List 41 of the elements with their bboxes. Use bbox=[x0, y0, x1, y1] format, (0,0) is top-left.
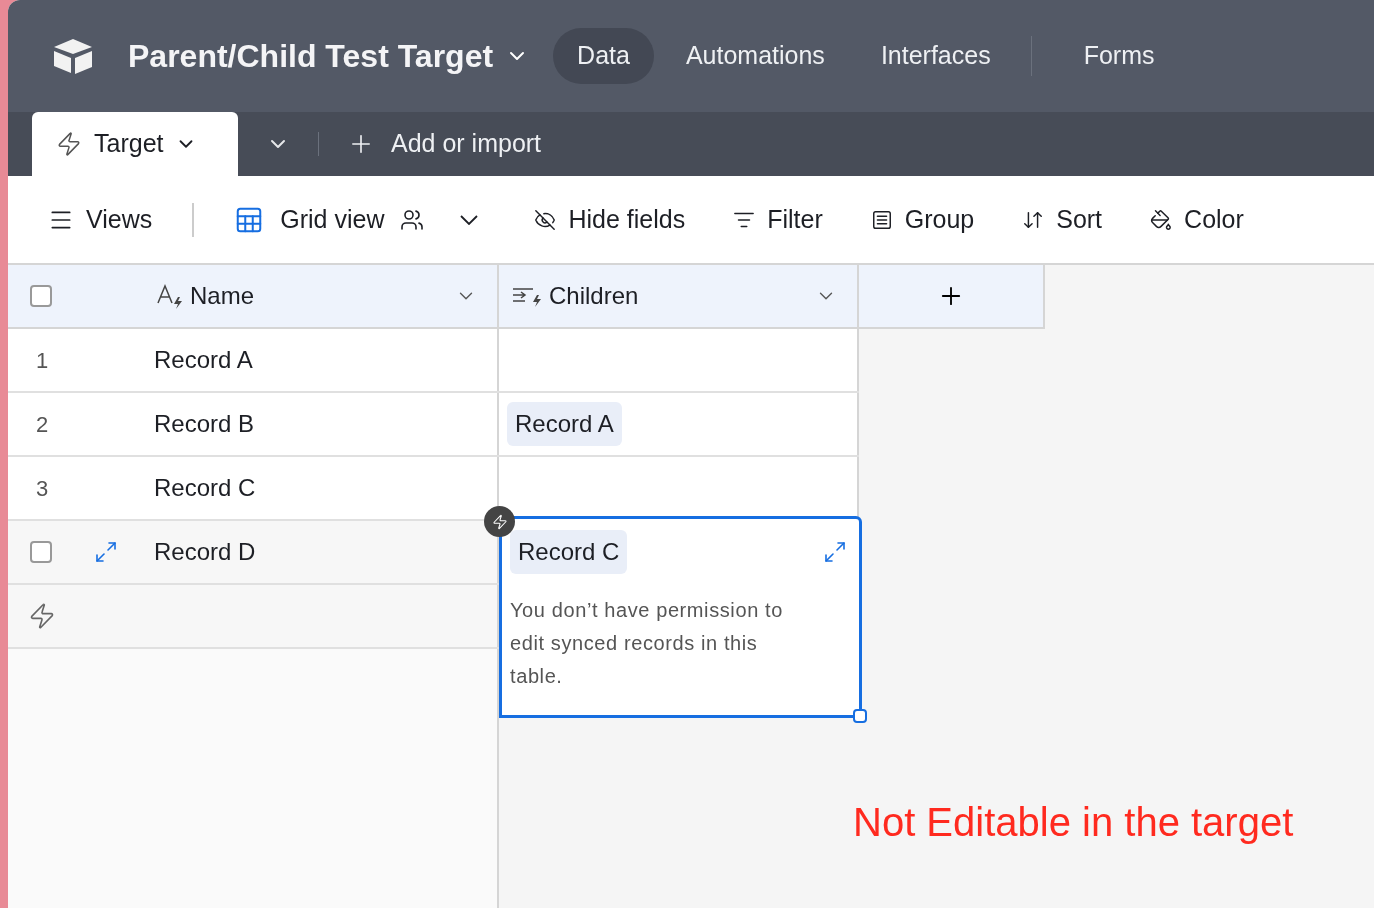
linked-record-chip[interactable]: Record A bbox=[507, 402, 622, 446]
toolbar-button[interactable]: Group bbox=[870, 200, 975, 239]
caret-icon bbox=[460, 214, 479, 225]
column-header[interactable]: Name bbox=[190, 278, 255, 314]
row-number: 2 bbox=[36, 410, 49, 439]
linked-record-chip[interactable]: Record C bbox=[510, 530, 628, 574]
nav-tab[interactable]: Data bbox=[553, 28, 654, 84]
add-or-import-button[interactable]: Add or import bbox=[347, 125, 542, 163]
permission-message: You don’t have permission to edit synced records in this table. bbox=[510, 598, 784, 689]
table-tab[interactable]: Target bbox=[32, 112, 238, 176]
table-cell-text: Record D bbox=[154, 537, 256, 567]
base-title[interactable]: Parent/Child Test Target bbox=[128, 32, 494, 80]
toolbar-button[interactable]: Sort bbox=[1022, 200, 1103, 239]
toolbar-button[interactable]: Color bbox=[1150, 200, 1244, 239]
row-number: 1 bbox=[36, 346, 49, 375]
paint-bucket-icon bbox=[1150, 208, 1173, 231]
table-cell-text: Record B bbox=[154, 409, 255, 439]
row-checkbox[interactable] bbox=[30, 541, 52, 563]
column-header[interactable]: Children bbox=[549, 278, 639, 314]
expand-icon[interactable] bbox=[823, 540, 847, 564]
nav-tab[interactable]: Forms bbox=[1059, 28, 1179, 84]
toolbar-button[interactable]: Filter bbox=[733, 200, 823, 239]
table-cell-text: Record A bbox=[154, 345, 253, 375]
people-icon bbox=[400, 207, 425, 232]
bolt-icon bbox=[56, 131, 82, 157]
nav-tab[interactable]: Automations bbox=[661, 28, 849, 84]
expanded-cell[interactable]: Record C You don’t have permission to edit synced records in this table. bbox=[499, 516, 862, 718]
views-button[interactable]: Views bbox=[48, 200, 153, 239]
expand-icon[interactable] bbox=[94, 540, 118, 564]
toolbar-button[interactable]: Hide fields bbox=[534, 200, 686, 239]
table-cell-text: Record C bbox=[154, 473, 256, 503]
bolt-icon bbox=[491, 513, 508, 530]
nav-tab[interactable]: Interfaces bbox=[856, 28, 1015, 84]
resize-handle[interactable] bbox=[853, 709, 867, 723]
select-all-checkbox[interactable] bbox=[30, 285, 52, 307]
annotation-text: Not Editable in the target bbox=[853, 799, 1294, 846]
list-icon bbox=[870, 208, 893, 231]
hidden-eye-icon bbox=[534, 208, 557, 231]
view-switcher[interactable]: Grid view bbox=[234, 200, 479, 239]
bolt-icon[interactable] bbox=[28, 602, 56, 630]
row-number: 3 bbox=[36, 474, 49, 503]
